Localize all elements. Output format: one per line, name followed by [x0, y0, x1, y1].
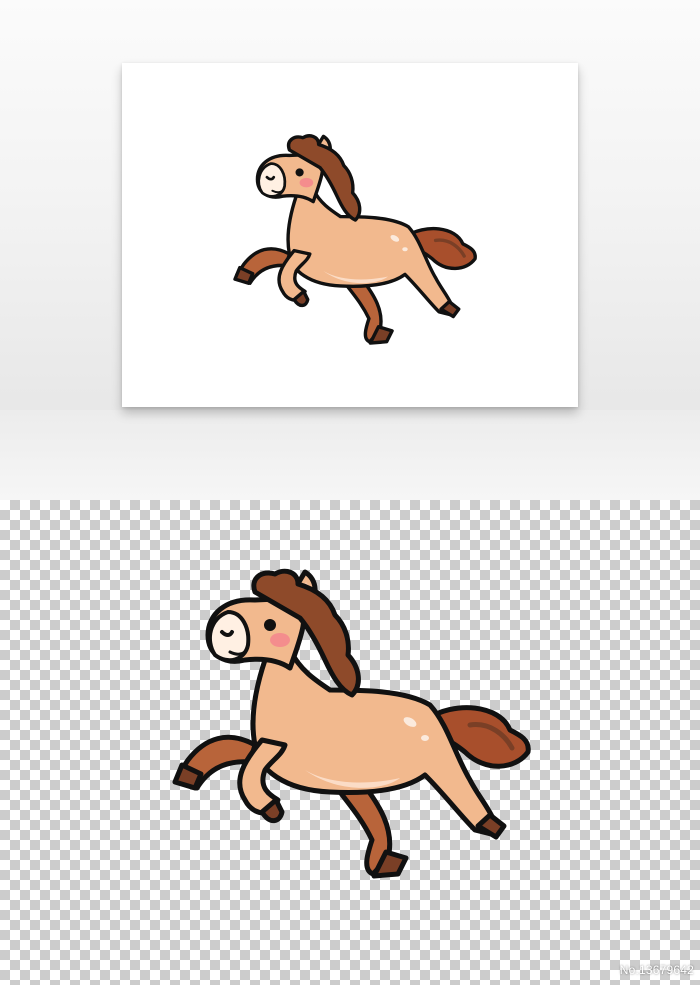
- horse-illustration-large: [0, 500, 700, 985]
- horse-illustration-small: [233, 134, 477, 345]
- preview-floor: [0, 410, 700, 500]
- image-id-label: No.13679642: [619, 963, 694, 977]
- transparent-preview-area: No.13679642: [0, 500, 700, 985]
- white-preview-card: [122, 63, 578, 407]
